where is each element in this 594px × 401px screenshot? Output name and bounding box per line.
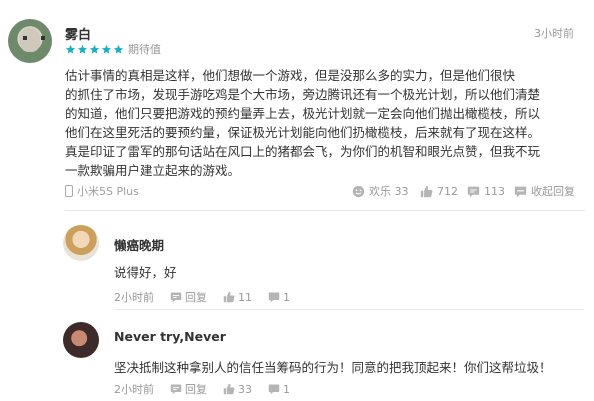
comment-button[interactable]: 1	[268, 383, 290, 396]
divider	[65, 210, 585, 211]
like-button[interactable]: 712	[420, 183, 458, 199]
device-label: 小米5S Plus	[77, 185, 139, 198]
reply-button[interactable]: 回复	[170, 289, 207, 305]
reply-time: 2小时前	[114, 383, 154, 396]
phone-icon	[65, 185, 73, 197]
comment-bubble-icon	[268, 384, 280, 395]
review-body-line: 的抓住了市场，发现手游吃鸡是个大市场，旁边腾讯还有一个极光计划，所以他们清楚	[65, 87, 541, 102]
reply-time: 2小时前	[114, 291, 154, 304]
review-body-line: 真是印证了雷军的那句话站在风口上的猪都会飞，为你们的机智和眼光点赞，但我不玩	[65, 144, 541, 159]
review-body-line: 他们在这里死活的要预约量，保证极光计划能向他们扔橄榄枝，后来就有了现在这样。	[65, 125, 541, 140]
avatar[interactable]	[63, 322, 99, 358]
review-body: 估计事情的真相是这样，他们想做一个游戏，但是没那么多的实力，但是他们很快 的抓住…	[65, 66, 585, 180]
star-icon	[89, 44, 100, 55]
reply-button[interactable]: 回复	[170, 381, 207, 397]
collapse-label: 收起回复	[531, 185, 575, 198]
review-username[interactable]: 雾白	[65, 24, 91, 43]
like-count: 33	[238, 382, 252, 396]
avatar[interactable]	[8, 19, 52, 63]
thumbs-up-icon	[223, 291, 235, 303]
reply-meta: 2小时前 回复 11 1	[114, 289, 306, 305]
thumbs-up-icon	[420, 185, 433, 197]
thumbs-up-icon	[223, 383, 235, 395]
reply-username[interactable]: 懒癌晚期	[114, 235, 164, 254]
collapse-replies-button[interactable]: 收起回复	[514, 183, 575, 199]
reply-item: Never try,Never 坚决抵制这种拿别人的信任当筹码的行为！同意的把我…	[0, 310, 594, 401]
collapse-bubble-icon	[514, 186, 527, 197]
star-icon	[65, 44, 76, 55]
comment-button[interactable]: 113	[467, 183, 505, 199]
reply-item: 懒癌晚期 说得好，好 2小时前 回复 11 1	[0, 212, 594, 310]
star-icon	[101, 44, 112, 55]
star-icon	[113, 44, 124, 55]
device-info: 小米5S Plus	[65, 183, 139, 199]
review-body-line: 一款欺骗用户建立起来的游戏。	[65, 163, 241, 178]
like-count: 712	[437, 184, 458, 198]
smile-icon	[352, 185, 365, 197]
review-card: 雾白 3小时前 期待值 估计事情的真相是这样，他们想做一个游戏，但是没那么多的实…	[0, 0, 594, 212]
star-icon	[77, 44, 88, 55]
comment-bubble-icon	[268, 292, 280, 303]
comment-count: 1	[283, 290, 290, 304]
reply-label: 回复	[185, 291, 207, 304]
like-count: 11	[238, 290, 252, 304]
comment-bubble-icon	[170, 292, 182, 303]
reply-label: 回复	[185, 383, 207, 396]
like-button[interactable]: 11	[223, 291, 252, 304]
rating-label: 期待值	[128, 43, 161, 56]
reply-username[interactable]: Never try,Never	[114, 329, 226, 344]
review-timestamp: 3小时前	[534, 27, 574, 40]
comment-count: 1	[283, 382, 290, 396]
happy-label: 欢乐 33	[369, 185, 409, 198]
comment-button[interactable]: 1	[268, 291, 290, 304]
reply-meta: 2小时前 回复 33 1	[114, 381, 306, 397]
reply-text: 坚决抵制这种拿别人的信任当筹码的行为！同意的把我顶起来！你们这帮垃圾！	[114, 360, 552, 375]
review-body-line: 的知道，他们只要把游戏的预约量弄上去，极光计划就一定会向他们抛出橄榄枝，所以	[65, 106, 541, 121]
review-body-line: 估计事情的真相是这样，他们想做一个游戏，但是没那么多的实力，但是他们很快	[65, 68, 516, 83]
comment-bubble-icon	[467, 186, 480, 197]
like-button[interactable]: 33	[223, 383, 252, 396]
avatar[interactable]	[63, 225, 99, 261]
happy-button[interactable]: 欢乐 33	[352, 183, 409, 199]
rating-row: 期待值	[65, 42, 161, 56]
comment-bubble-icon	[170, 384, 182, 395]
reply-text: 说得好，好	[114, 265, 177, 280]
comment-count: 113	[484, 184, 505, 198]
